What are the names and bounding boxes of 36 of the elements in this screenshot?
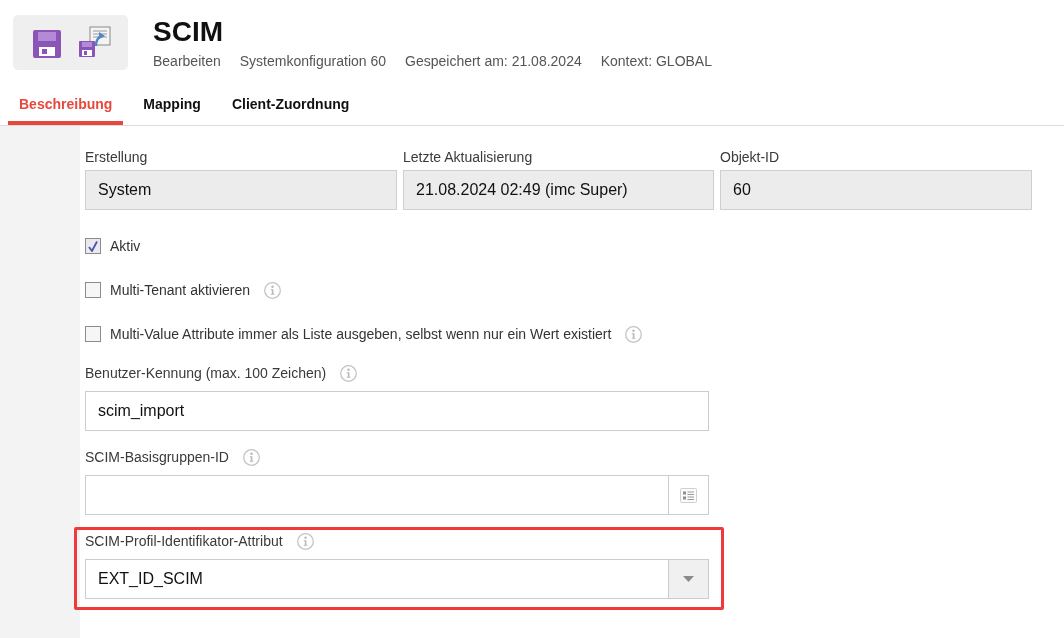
- tab[interactable]: Client-Zuordnung: [211, 82, 361, 125]
- checkmark-icon: [88, 240, 98, 252]
- field-label: SCIM-Profil-Identifikator-Attribut: [85, 532, 283, 550]
- meta-text: Systemkonfiguration 60: [239, 52, 387, 70]
- text-input[interactable]: [85, 475, 669, 515]
- field-label: SCIM-Basisgruppen-ID: [85, 448, 229, 466]
- readonly-field: System: [85, 170, 397, 210]
- checkbox-label: Multi-Tenant aktivieren: [110, 282, 251, 298]
- tab[interactable]: Mapping: [123, 82, 212, 125]
- checkbox[interactable]: [85, 326, 101, 342]
- readonly-field: 21.08.2024 02:49 (imc Super): [403, 170, 714, 210]
- dropdown-field[interactable]: EXT_ID_SCIM: [85, 559, 669, 599]
- info-icon[interactable]: [242, 448, 260, 466]
- readonly-field: 60: [720, 170, 1032, 210]
- picker-button[interactable]: [668, 475, 709, 515]
- field-label: Letzte Aktualisierung: [403, 148, 534, 166]
- text-input[interactable]: scim_import: [85, 391, 709, 431]
- checkbox-label: Multi-Value Attribute immer als Liste ausgeben, selbst wenn nur ein Wert existiert: [110, 326, 612, 342]
- field-label: Erstellung: [85, 148, 149, 166]
- field-label: Benutzer-Kennung (max. 100 Zeichen): [85, 364, 327, 382]
- list-icon: [680, 487, 697, 503]
- floppy-document-icon[interactable]: [78, 25, 111, 57]
- caret-icon: [683, 576, 694, 582]
- meta-text: Kontext: GLOBAL: [600, 52, 712, 70]
- meta-text: Bearbeiten: [153, 52, 221, 70]
- meta-text: Gespeichert am: 21.08.2024: [405, 52, 582, 70]
- field-label: Objekt-ID: [720, 148, 781, 166]
- info-icon[interactable]: [625, 325, 643, 343]
- dropdown-button[interactable]: [668, 559, 709, 599]
- info-icon[interactable]: [264, 281, 282, 299]
- checkbox[interactable]: [85, 282, 101, 298]
- checkbox-label: Aktiv: [110, 238, 141, 254]
- info-icon[interactable]: [296, 532, 314, 550]
- checkbox[interactable]: [85, 238, 101, 254]
- page-title: SCIM: [153, 16, 224, 48]
- info-icon[interactable]: [340, 364, 358, 382]
